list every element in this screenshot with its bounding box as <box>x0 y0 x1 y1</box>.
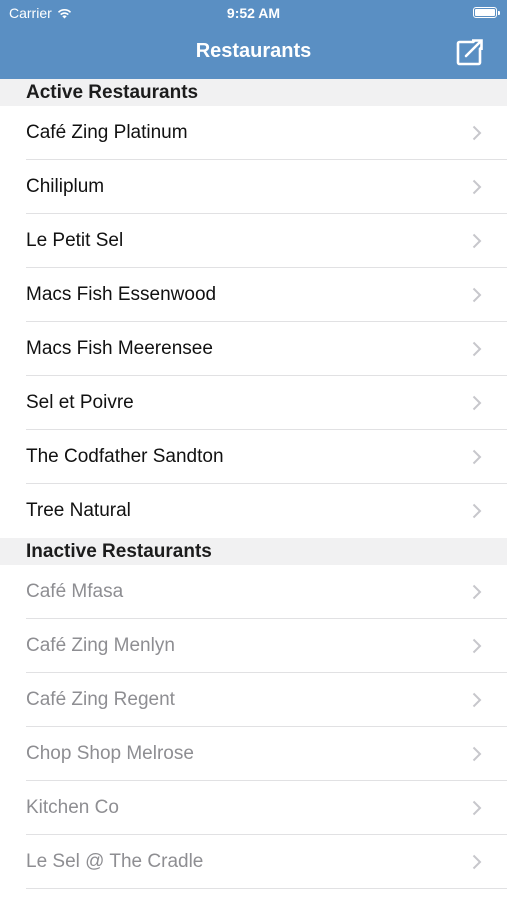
restaurant-name: Tree Natural <box>26 500 131 521</box>
chevron-right-icon <box>472 800 482 816</box>
list-item[interactable]: Café Zing Platinum <box>0 106 507 160</box>
restaurant-name: Kitchen Co <box>26 797 119 818</box>
restaurant-name: Café Zing Regent <box>26 689 175 710</box>
chevron-right-icon <box>472 233 482 249</box>
section-header-inactive: Inactive Restaurants <box>0 538 507 565</box>
restaurant-name: Le Petit Sel <box>26 230 124 251</box>
list-item[interactable]: Le Sel @ The Cradle <box>0 835 507 889</box>
status-bar: Carrier 9:52 AM <box>0 0 507 28</box>
list-item[interactable]: Kitchen Co <box>0 781 507 835</box>
chevron-right-icon <box>472 854 482 870</box>
list-item[interactable]: Café Zing Regent <box>0 673 507 727</box>
list-item[interactable]: The Codfather Sandton <box>0 430 507 484</box>
list-item[interactable]: Chiliplum <box>0 160 507 214</box>
list-item[interactable]: Chop Shop Melrose <box>0 727 507 781</box>
chevron-right-icon <box>472 746 482 762</box>
chevron-right-icon <box>472 584 482 600</box>
restaurant-list: Active Restaurants Café Zing Platinum Chil… <box>0 79 507 889</box>
page-title: Restaurants <box>195 40 312 62</box>
compose-external-icon[interactable] <box>455 37 485 67</box>
list-item[interactable]: Macs Fish Meerensee <box>0 322 507 376</box>
chevron-right-icon <box>472 341 482 357</box>
restaurant-name: Café Zing Menlyn <box>26 635 175 656</box>
section-header-active: Active Restaurants <box>0 79 507 106</box>
list-item[interactable]: Sel et Poivre <box>0 376 507 430</box>
restaurant-name: Sel et Poivre <box>26 392 134 413</box>
chevron-right-icon <box>472 125 482 141</box>
list-item[interactable]: Le Petit Sel <box>0 214 507 268</box>
status-time: 9:52 AM <box>226 5 281 21</box>
restaurant-name: Le Sel @ The Cradle <box>26 851 204 872</box>
list-item[interactable]: Café Mfasa <box>0 565 507 619</box>
chevron-right-icon <box>472 449 482 465</box>
chevron-right-icon <box>472 179 482 195</box>
navigation-bar: Carrier 9:52 AM Restaurants <box>0 0 507 79</box>
list-item[interactable]: Tree Natural <box>0 484 507 538</box>
chevron-right-icon <box>472 287 482 303</box>
restaurant-name: Chop Shop Melrose <box>26 743 194 764</box>
chevron-right-icon <box>472 395 482 411</box>
chevron-right-icon <box>472 638 482 654</box>
restaurant-name: The Codfather Sandton <box>26 446 224 467</box>
chevron-right-icon <box>472 692 482 708</box>
restaurant-name: Macs Fish Essenwood <box>26 284 217 305</box>
chevron-right-icon <box>472 503 482 519</box>
list-item[interactable]: Macs Fish Essenwood <box>0 268 507 322</box>
restaurant-name: Café Zing Platinum <box>26 122 188 143</box>
list-item[interactable]: Café Zing Menlyn <box>0 619 507 673</box>
battery-icon <box>473 7 500 18</box>
restaurant-name: Macs Fish Meerensee <box>26 338 213 359</box>
restaurant-name: Café Mfasa <box>26 581 124 602</box>
restaurant-name: Chiliplum <box>26 176 105 197</box>
